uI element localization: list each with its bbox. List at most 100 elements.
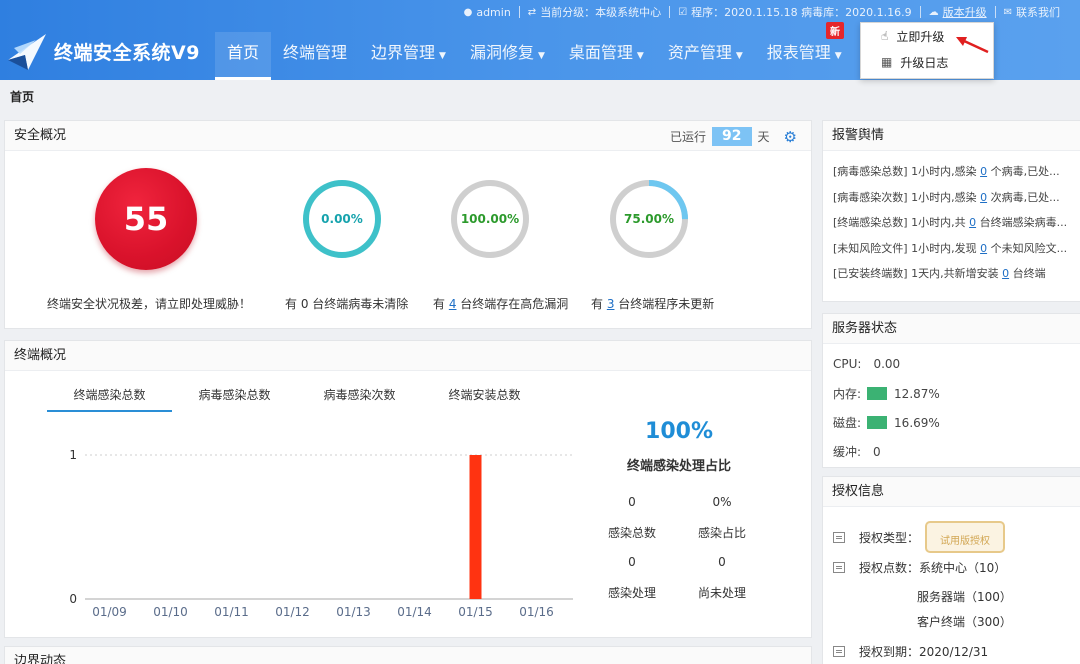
border-dynamics-panel: 边界动态 [4, 646, 812, 664]
stat-value: 0 [628, 495, 636, 509]
memory-bar [867, 387, 888, 400]
license-icon [833, 531, 845, 543]
alarm-text: 次病毒,已处... [987, 190, 1060, 204]
buffer-value: 0 [873, 444, 881, 459]
security-score: 55 [95, 168, 197, 270]
license-points: 授权点数：系统中心（10） [859, 561, 1007, 575]
gear-icon[interactable]: ⚙ [784, 128, 797, 146]
stat-label: 感染总数 [607, 526, 656, 540]
client-count: 客户终端（300） [917, 615, 1012, 629]
license-points-row: 授权点数：系统中心（10） [833, 559, 1006, 576]
license-panel: 授权信息 授权类型： 试用版授权 授权点数：系统中心（10） 服务器端（100）… [822, 476, 1080, 664]
memory-label: 内存: [833, 387, 862, 401]
caption-text: 台终端存在高危漏洞 [456, 297, 569, 311]
caret-down-icon: ▼ [834, 51, 842, 61]
stat-value: 0 [628, 555, 636, 569]
menu-label: 立即升级 [896, 29, 945, 44]
upgrade-link[interactable]: ☁ 版本升级 [921, 4, 995, 20]
alarm-text: 个未知风险文... [987, 241, 1068, 255]
stamp-text: 试用版授权 [940, 536, 991, 547]
alarm-text: 台终端 [1009, 267, 1046, 280]
disk-bar [867, 416, 888, 429]
ring-caption: 有 3 台终端程序未更新 [591, 295, 714, 312]
contact-link[interactable]: ✉ 联系我们 [996, 4, 1068, 20]
panel-title: 报警舆情 [823, 121, 1080, 151]
user-menu[interactable]: ● admin [456, 6, 519, 19]
cpu-label: CPU: [833, 357, 862, 371]
panel-title: 边界动态 [5, 647, 811, 664]
buffer-label: 缓冲: [833, 445, 862, 459]
license-type-row: 授权类型： 试用版授权 [833, 521, 1006, 553]
breadcrumb: 首页 [10, 90, 35, 104]
version-info: ☑ 程序：2020.1.15.18 病毒库：2020.1.16.9 [670, 4, 919, 20]
nav-item[interactable]: 资产管理 ▼ [656, 32, 755, 80]
nav-item[interactable]: 报表管理 ▼ [755, 32, 854, 80]
score-caption: 终端安全状况极差，请立即处理威胁！ [47, 297, 252, 311]
username: admin [476, 5, 511, 19]
cloud-icon: ☁ [928, 6, 939, 18]
alarm-panel: 报警舆情 [病毒感染总数] 1小时内,感染 0 个病毒,已处... [病毒感染次数… [822, 120, 1080, 302]
memory-value: 12.87% [894, 386, 940, 401]
caret-down-icon: ▼ [735, 51, 743, 61]
alarm-text: 台终端感染病毒... [976, 216, 1068, 229]
chart-tab[interactable]: 终端安装总数 [422, 383, 547, 412]
user-icon: ● [463, 6, 473, 18]
alarm-text: [病毒感染总数] 1小时内,感染 [833, 165, 981, 178]
alarm-item[interactable]: [病毒感染总数] 1小时内,感染 0 个病毒,已处... [833, 163, 1080, 189]
top-info-bar: ● admin ⇄ 当前分级：本级系统中心 ☑ 程序：2020.1.15.18 病毒库… [456, 3, 1068, 21]
memory-row: 内存: 12.87% [833, 385, 940, 402]
panel-title: 授权信息 [823, 477, 1080, 507]
level-text: 当前分级：本级系统中心 [540, 6, 662, 19]
x-tick-label: 01/16 [519, 605, 554, 619]
caption-text: 有 0 台终端病毒未清除 [285, 297, 409, 311]
alarm-text: [已安装终端数] 1天内,共新增安装 [833, 267, 1003, 280]
caret-down-icon: ▼ [537, 51, 545, 61]
cpu-value: 0.00 [873, 357, 901, 371]
disk-row: 磁盘: 16.69% [833, 414, 940, 431]
days-unit: 天 [757, 130, 770, 144]
nav-item[interactable]: 桌面管理 ▼ [557, 32, 656, 80]
stat-value: 0 [718, 555, 726, 569]
alarm-item[interactable]: [病毒感染次数] 1小时内,感染 0 次病毒,已处... [833, 189, 1080, 215]
nav-label: 资产管理 [667, 43, 732, 62]
x-tick-label: 01/11 [214, 605, 249, 619]
nav-item[interactable]: 边界管理 ▼ [359, 32, 458, 80]
panel-title: 终端概况 [5, 341, 811, 371]
ring-caption: 有 4 台终端存在高危漏洞 [433, 295, 568, 312]
rocket-icon: ☝ [881, 29, 889, 43]
brand-logo[interactable]: 终端安全系统V9 [6, 30, 200, 72]
chart-tab[interactable]: 病毒感染次数 [297, 383, 422, 412]
alarm-list: [病毒感染总数] 1小时内,感染 0 个病毒,已处... [病毒感染次数] 1小时… [823, 151, 1080, 291]
disk-label: 磁盘: [833, 416, 862, 430]
level-switch[interactable]: ⇄ 当前分级：本级系统中心 [520, 4, 669, 20]
running-label: 已运行 [670, 130, 707, 144]
stat-label: 感染占比 [697, 526, 746, 540]
main-nav: 首页 终端管理 边界管理 ▼ 漏洞修复 ▼ 桌面管理 ▼ 资产管理 ▼ 报表管理 ▼ [215, 32, 854, 80]
nav-item[interactable]: 漏洞修复 ▼ [458, 32, 557, 80]
chart-tabs: 终端感染总数 病毒感染总数 病毒感染次数 终端安装总数 [47, 383, 547, 412]
alarm-item[interactable]: [终端感染总数] 1小时内,共 0 台终端感染病毒... [833, 214, 1080, 240]
alarm-item[interactable]: [未知风险文件] 1小时内,发现 0 个未知风险文... [833, 240, 1080, 266]
infection-bar-chart: 0 1 01/09 01/10 01/11 01/12 01/13 01/14 01/15 01/… [69, 448, 573, 619]
nav-item[interactable]: 终端管理 [271, 32, 359, 80]
checkbox-icon: ☑ [678, 6, 688, 18]
disk-value: 16.69% [894, 415, 940, 430]
ring-value: 75.00% [624, 212, 674, 226]
alarm-text: [病毒感染次数] 1小时内,感染 [833, 190, 981, 204]
nav-label: 漏洞修复 [469, 43, 534, 62]
switch-icon: ⇄ [527, 6, 537, 18]
alarm-text: 个病毒,已处... [987, 165, 1060, 178]
license-icon [833, 562, 845, 573]
nav-item[interactable]: 首页 [215, 32, 272, 80]
menu-label: 升级日志 [900, 55, 949, 70]
alarm-text: [未知风险文件] 1小时内,发现 [833, 241, 981, 255]
chart-tab[interactable]: 病毒感染总数 [172, 383, 297, 412]
alarm-text: [终端感染总数] 1小时内,共 [833, 216, 970, 229]
server-count: 服务器端（100） [917, 590, 1012, 604]
alarm-item[interactable]: [已安装终端数] 1天内,共新增安装 0 台终端 [833, 265, 1080, 291]
chart-tab[interactable]: 终端感染总数 [47, 383, 172, 412]
server-status-panel: 服务器状态 CPU: 0.00 内存: 12.87% 磁盘: 16.69% 缓冲: 0 [822, 313, 1080, 468]
logo-icon [8, 34, 46, 70]
stat-label: 感染处理 [607, 586, 656, 600]
x-tick-label: 01/10 [153, 605, 188, 619]
